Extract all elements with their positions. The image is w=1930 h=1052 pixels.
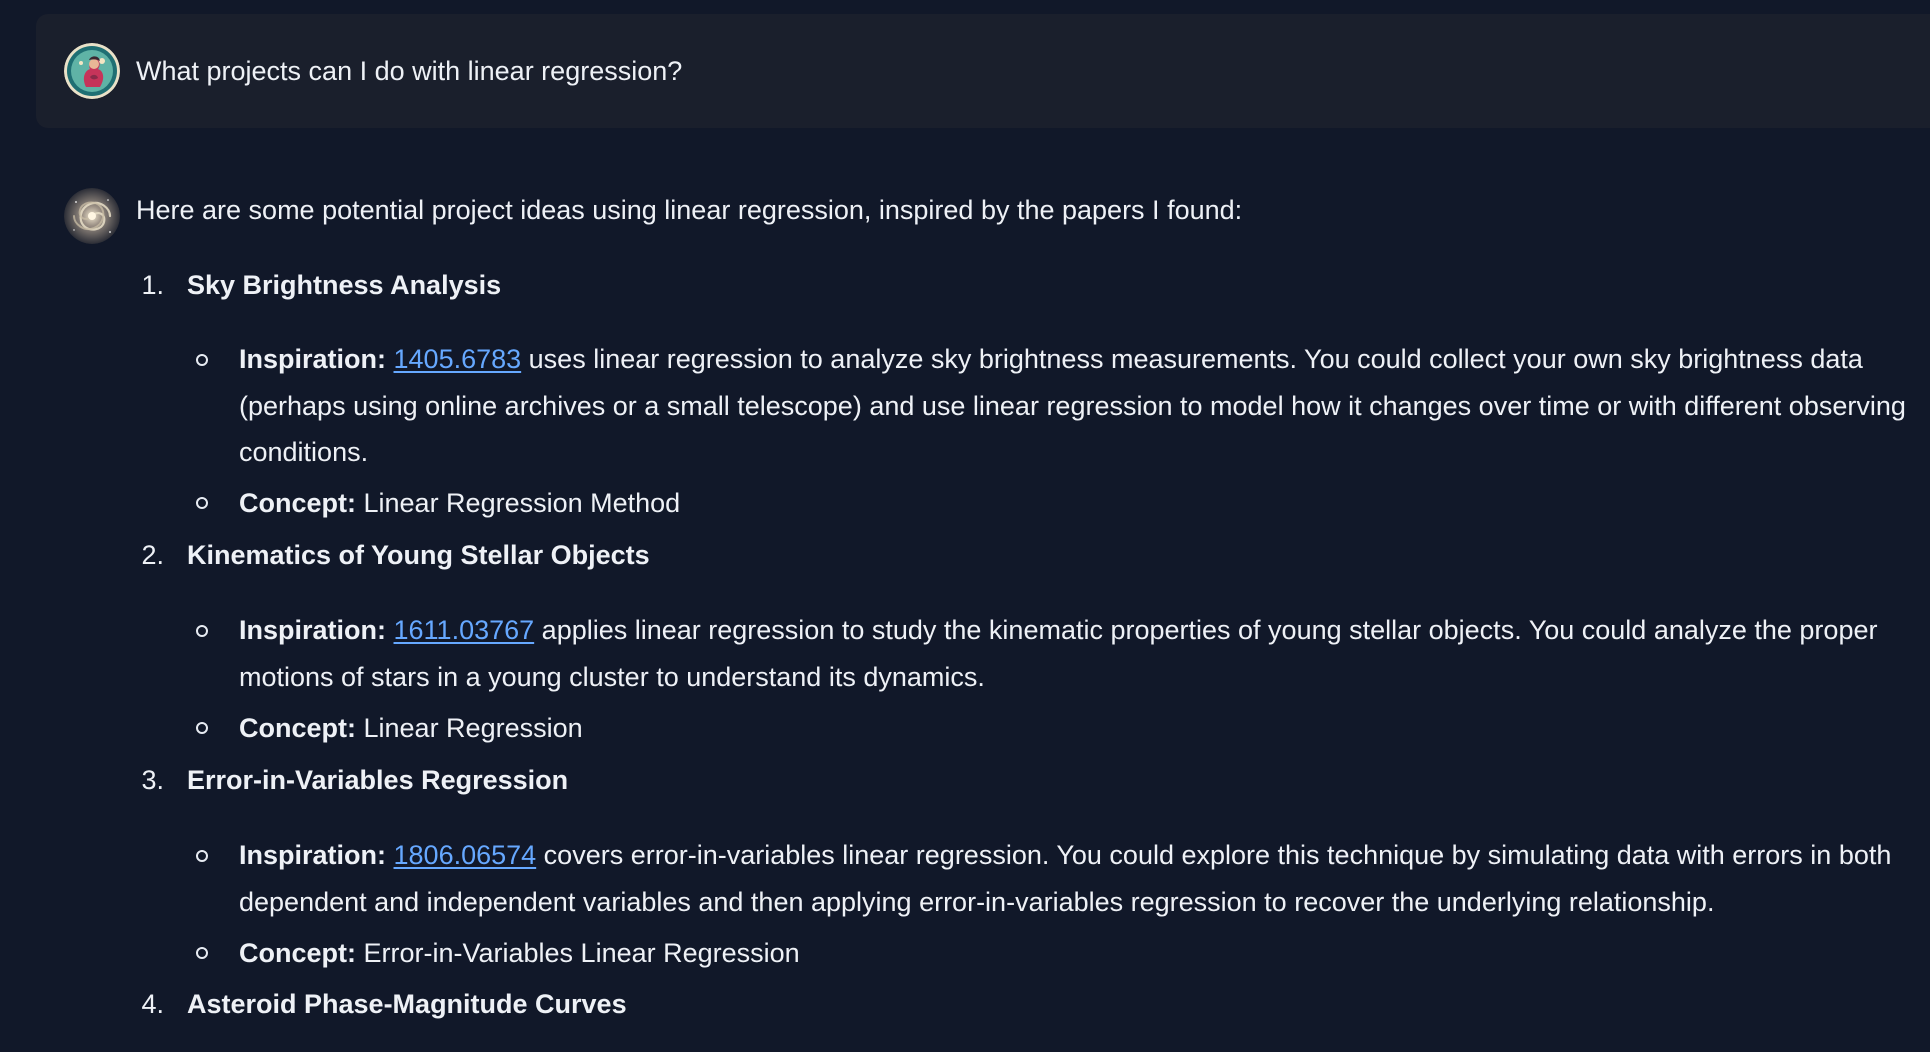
concept-label: Concept: xyxy=(239,488,356,518)
paper-link-1611-03767[interactable]: 1611.03767 xyxy=(394,615,535,645)
concept-text: Linear Regression xyxy=(356,713,583,743)
bullet-marker xyxy=(196,947,208,959)
galaxy-avatar-icon xyxy=(64,188,120,244)
project-number: 1. xyxy=(141,270,164,300)
project-title: Error-in-Variables Regression xyxy=(187,765,569,795)
project-title: Asteroid Phase-Magnitude Curves xyxy=(187,989,627,1019)
concept-item: Concept: Error-in-Variables Linear Regre… xyxy=(239,930,1930,977)
concept-item: Concept: Linear Regression Method xyxy=(239,480,1930,527)
user-avatar-icon xyxy=(64,43,120,99)
inspiration-item: Inspiration: 1806.06574 covers error-in-… xyxy=(239,832,1930,925)
paper-link-1806-06574[interactable]: 1806.06574 xyxy=(394,840,537,870)
concept-item: Concept: Linear Regression xyxy=(239,705,1930,752)
paper-link-1405-6783[interactable]: 1405.6783 xyxy=(394,344,522,374)
bullet-marker xyxy=(196,354,208,366)
project-number: 4. xyxy=(141,989,164,1019)
bullet-marker xyxy=(196,722,208,734)
inspiration-label: Inspiration: xyxy=(239,615,386,645)
bullet-marker xyxy=(196,625,208,637)
bullet-marker xyxy=(196,497,208,509)
project-title: Sky Brightness Analysis xyxy=(187,270,502,300)
inspiration-label: Inspiration: xyxy=(239,840,386,870)
concept-label: Concept: xyxy=(239,713,356,743)
inspiration-label: Inspiration: xyxy=(239,344,386,374)
inspiration-item: Inspiration: 1611.03767 applies linear r… xyxy=(239,607,1930,700)
assistant-intro-text: Here are some potential project ideas us… xyxy=(136,195,1243,225)
inspiration-item: Inspiration: 1405.6783 uses linear regre… xyxy=(239,336,1930,476)
project-number: 2. xyxy=(141,540,164,570)
user-message-text: What projects can I do with linear regre… xyxy=(136,56,683,86)
concept-label: Concept: xyxy=(239,938,356,968)
project-title: Kinematics of Young Stellar Objects xyxy=(187,540,650,570)
bullet-marker xyxy=(196,850,208,862)
concept-text: Linear Regression Method xyxy=(356,488,681,518)
project-number: 3. xyxy=(141,765,164,795)
chat-page: What projects can I do with linear regre… xyxy=(0,0,1930,1052)
concept-text: Error-in-Variables Linear Regression xyxy=(356,938,800,968)
